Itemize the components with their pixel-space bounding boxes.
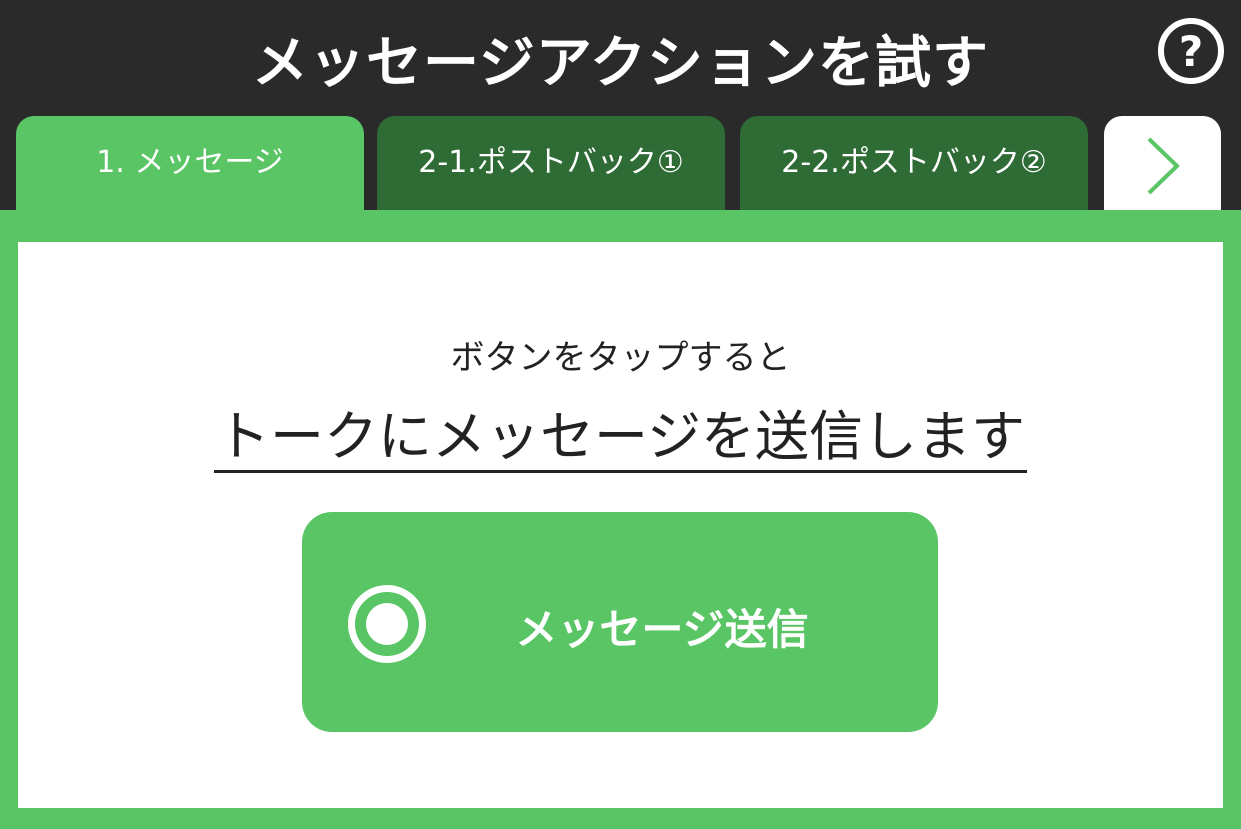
chevron-right-icon — [1147, 137, 1180, 195]
headline-text: トークにメッセージを送信します — [214, 405, 1027, 473]
page-title: メッセージアクションを試す — [251, 31, 990, 96]
tab-message[interactable]: 1. メッセージ — [16, 116, 364, 216]
content-panel: ボタンをタップすると トークにメッセージを送信します メッセージ送信 — [0, 210, 1241, 829]
tab-postback-1[interactable]: 2-1.ポストバック① — [377, 116, 725, 216]
header: メッセージアクションを試す ? 1. メッセージ 2-1.ポストバック① 2-2… — [0, 0, 1241, 216]
send-button-label: メッセージ送信 — [515, 605, 809, 654]
tab-label: 2-1.ポストバック① — [418, 145, 684, 180]
radio-icon — [348, 585, 426, 663]
help-icon[interactable]: ? — [1158, 18, 1224, 84]
tab-postback-2[interactable]: 2-2.ポストバック② — [740, 116, 1088, 216]
content-card: ボタンをタップすると トークにメッセージを送信します メッセージ送信 — [18, 242, 1223, 808]
instruction-subtitle: ボタンをタップすると — [450, 338, 791, 378]
send-message-button[interactable]: メッセージ送信 — [302, 512, 938, 732]
app-root: メッセージアクションを試す ? 1. メッセージ 2-1.ポストバック① 2-2… — [0, 0, 1241, 829]
radio-dot — [366, 603, 408, 645]
tab-next-button[interactable] — [1104, 116, 1221, 216]
instruction-headline: トークにメッセージを送信します — [18, 392, 1223, 473]
tab-label: 2-2.ポストバック② — [781, 145, 1047, 180]
tab-label: 1. メッセージ — [96, 145, 284, 180]
